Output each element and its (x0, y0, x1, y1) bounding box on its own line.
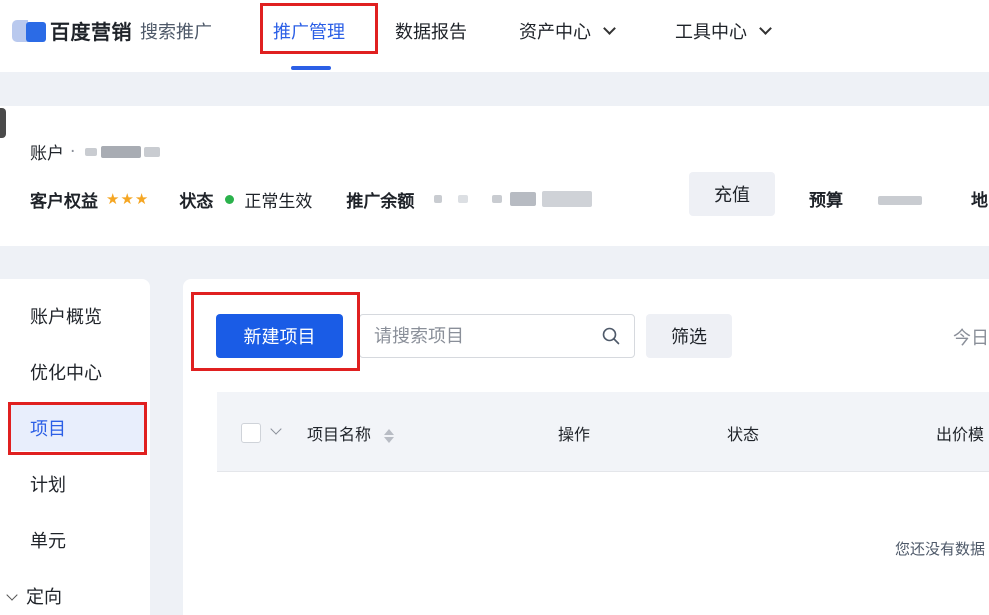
sidebar-item-projects[interactable]: 项目 (30, 415, 66, 441)
balance-redacted (434, 195, 443, 203)
sidebar-item-units[interactable]: 单元 (30, 527, 66, 553)
sidebar-item-account-overview[interactable]: 账户概览 (30, 303, 102, 329)
status-dot-icon (225, 194, 235, 204)
budget-redacted (878, 196, 922, 205)
balance-redacted (542, 191, 593, 207)
account-label: 账户 (30, 144, 64, 164)
chevron-down-icon (603, 21, 616, 35)
nav-tab-label: 推广管理 (273, 22, 345, 43)
sidebar-item-plans[interactable]: 计划 (30, 471, 66, 497)
empty-state-text: 您还没有数据 (895, 540, 986, 558)
balance-label: 推广余额 (346, 191, 415, 212)
chevron-down-icon (6, 589, 18, 601)
column-header-project-name[interactable]: 项目名称 (307, 421, 395, 445)
nav-tab-label: 工具中心 (675, 22, 747, 43)
nav-tab-label: 数据报告 (395, 22, 467, 43)
collapse-handle[interactable] (0, 108, 6, 138)
star-rating-icon: ★★★ (106, 190, 150, 208)
balance-redacted (510, 192, 537, 206)
filter-button[interactable]: 筛选 (646, 314, 732, 358)
account-name-redacted (85, 147, 98, 156)
sort-icon[interactable] (384, 428, 395, 443)
balance-redacted (458, 195, 469, 203)
nav-tab-campaign-management[interactable]: 推广管理 (273, 18, 345, 44)
account-summary: 客户权益 ★★★ 状态 正常生效 推广余额 (30, 184, 593, 214)
account-panel (0, 106, 989, 246)
region-label: 地 (971, 191, 988, 211)
search-icon[interactable] (602, 327, 620, 345)
nav-tab-tool-center[interactable]: 工具中心 (675, 18, 772, 44)
brand-name: 百度营销 (50, 20, 132, 44)
date-range-today[interactable]: 今日 (953, 324, 989, 350)
balance-redacted (492, 195, 503, 203)
account-name-redacted (144, 146, 161, 157)
recharge-button[interactable]: 充值 (689, 172, 775, 216)
baidu-logo-icon (12, 18, 48, 44)
account-separator: · (70, 141, 76, 162)
project-search (359, 314, 635, 358)
sidebar-item-targeting[interactable]: 定向 (6, 583, 62, 609)
budget-label: 预算 (809, 191, 843, 211)
active-tab-indicator (291, 66, 331, 70)
chevron-down-icon (759, 21, 772, 35)
column-label: 项目名称 (307, 425, 372, 444)
select-all-checkbox[interactable] (241, 423, 261, 443)
account-row: 账户 · (30, 139, 161, 164)
sidebar-item-label: 定向 (26, 587, 62, 608)
nav-tab-data-report[interactable]: 数据报告 (395, 18, 467, 44)
status-label: 状态 (179, 191, 214, 212)
sidebar-item-optimization-center[interactable]: 优化中心 (30, 359, 102, 385)
nav-tab-label: 资产中心 (519, 22, 591, 43)
new-project-button[interactable]: 新建项目 (216, 314, 343, 358)
nav-tab-asset-center[interactable]: 资产中心 (519, 18, 616, 44)
brand-logo[interactable]: 百度营销 搜索推广 (12, 16, 212, 45)
column-header-actions: 操作 (558, 425, 591, 444)
brand-product: 搜索推广 (140, 21, 212, 43)
column-header-bid-mode: 出价模 (936, 425, 985, 444)
column-header-status: 状态 (727, 425, 760, 444)
search-input[interactable] (374, 325, 594, 347)
customer-rights-label: 客户权益 (30, 191, 98, 212)
account-name-redacted (101, 145, 142, 158)
status-value: 正常生效 (244, 191, 313, 212)
